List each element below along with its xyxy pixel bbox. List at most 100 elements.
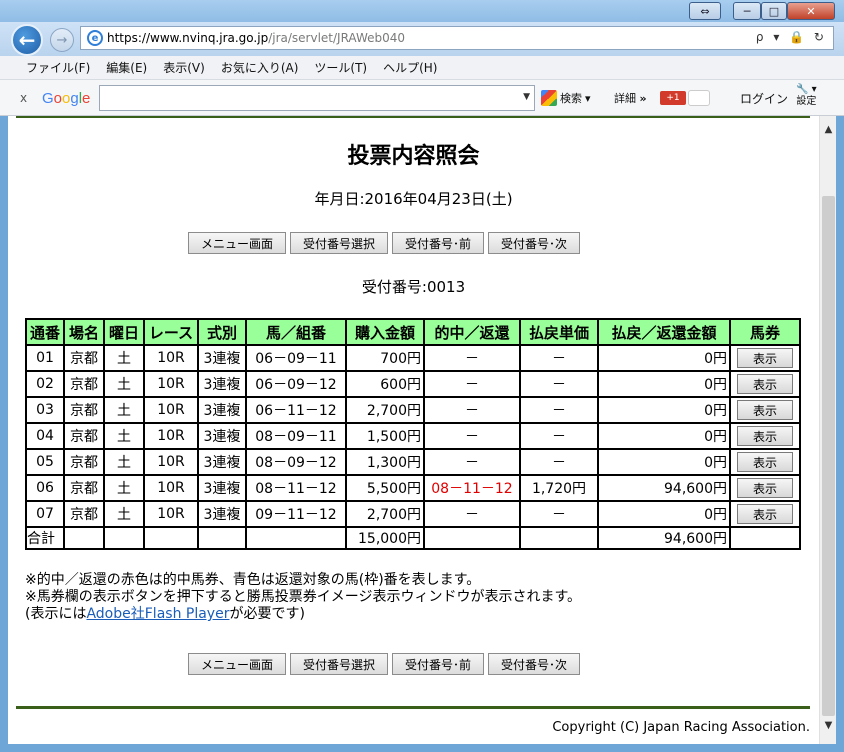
vertical-scrollbar[interactable]: ▲ ▼ xyxy=(819,116,836,744)
cell-hit: 08－11－12 xyxy=(423,474,521,502)
show-ticket-button[interactable]: 表示 xyxy=(737,452,793,472)
menu-edit[interactable]: 編集(E) xyxy=(106,59,147,76)
cell-no: 01 xyxy=(25,344,65,372)
google-plus-one-button[interactable]: +1 xyxy=(660,91,686,105)
receipt-value: 0013 xyxy=(426,278,466,296)
dropdown-arrow-icon[interactable]: ▼ xyxy=(523,92,530,102)
page-title: 投票内容照会 xyxy=(347,144,480,169)
close-window-button[interactable]: ✕ xyxy=(787,2,835,20)
cell-payout: 0円 xyxy=(597,422,731,450)
note-line: ※馬券欄の表示ボタンを押下すると勝馬投票券イメージ表示ウィンドウが表示されます。 xyxy=(25,589,582,605)
cell-race: 10R xyxy=(143,474,199,502)
cell-race: 10R xyxy=(143,448,199,476)
scroll-thumb[interactable] xyxy=(822,196,835,716)
maximize-button[interactable]: □ xyxy=(761,2,787,20)
menu-favorites[interactable]: お気に入り(A) xyxy=(221,59,299,76)
menu-tools[interactable]: ツール(T) xyxy=(314,59,367,76)
cell-amount: 1,500円 xyxy=(345,422,425,450)
page-viewport: 投票内容照会 年月日:2016年04月23日(土) メニュー画面 受付番号選択 … xyxy=(8,116,836,744)
flash-player-link[interactable]: Adobe社Flash Player xyxy=(86,606,229,622)
address-bar-row: ← → e https://www.nvinq.jra.go.jp/jra/se… xyxy=(0,22,844,56)
show-ticket-button[interactable]: 表示 xyxy=(737,400,793,420)
cell-payout: 0円 xyxy=(597,500,731,528)
note-text: が必要です) xyxy=(229,606,305,622)
cell-hit: － xyxy=(423,344,521,372)
google-search-input[interactable]: ▼ xyxy=(99,85,535,111)
empty-cell xyxy=(519,526,599,550)
scroll-down-icon[interactable]: ▼ xyxy=(820,720,836,736)
menu-help[interactable]: ヘルプ(H) xyxy=(383,59,437,76)
table-row: 03 京都土 10R 3連複 06－11－12 2,700円－－ 0円 表示 xyxy=(25,396,801,424)
back-button[interactable]: ← xyxy=(11,24,43,56)
header-cell: 式別 xyxy=(197,318,247,346)
scroll-up-icon[interactable]: ▲ xyxy=(820,124,836,140)
ie-logo-icon: e xyxy=(87,30,103,46)
cell-unit: － xyxy=(519,396,599,424)
google-search-button[interactable]: 検索 ▾ xyxy=(541,90,591,106)
chevron-down-icon: ▾ xyxy=(585,91,591,105)
table-row: 01 京都土 10R 3連複 06－09－11 700円－－ 0円 表示 xyxy=(25,344,801,372)
cell-payout: 0円 xyxy=(597,396,731,424)
search-label: 検索 xyxy=(560,92,582,105)
cell-no: 03 xyxy=(25,396,65,424)
toolbar-close-button[interactable]: x xyxy=(20,91,27,105)
details-button[interactable]: 詳細 » xyxy=(614,90,647,106)
minimize-button[interactable]: ─ xyxy=(733,2,761,20)
settings-label: 設定 xyxy=(796,96,817,107)
cell-amount: 1,300円 xyxy=(345,448,425,476)
url-actions-icons[interactable]: ρ ▾ 🔒 ↻ xyxy=(756,30,827,44)
copyright: Copyright (C) Japan Racing Association. xyxy=(552,720,810,735)
cell-combo: 08－09－12 xyxy=(245,448,347,476)
cell-amount: 5,500円 xyxy=(345,474,425,502)
cell-type: 3連複 xyxy=(197,500,247,528)
cell-unit: － xyxy=(519,448,599,476)
receipt-number: 受付番号:0013 xyxy=(8,276,819,297)
cell-no: 06 xyxy=(25,474,65,502)
cell-race: 10R xyxy=(143,396,199,424)
header-cell: 曜日 xyxy=(103,318,145,346)
note-text: (表示には xyxy=(25,606,87,622)
menu-view[interactable]: 表示(V) xyxy=(163,59,205,76)
next-receipt-button[interactable]: 受付番号･次 xyxy=(488,653,581,675)
restore-tab-button[interactable]: ⇔ xyxy=(689,2,721,20)
prev-receipt-button[interactable]: 受付番号･前 xyxy=(392,653,485,675)
next-receipt-button[interactable]: 受付番号･次 xyxy=(488,232,581,254)
select-receipt-button[interactable]: 受付番号選択 xyxy=(290,232,389,254)
plus-one-count xyxy=(688,90,710,106)
cell-race: 10R xyxy=(143,370,199,398)
cell-amount: 2,700円 xyxy=(345,396,425,424)
cell-payout: 0円 xyxy=(597,370,731,398)
cell-no: 07 xyxy=(25,500,65,528)
cell-hit: － xyxy=(423,448,521,476)
cell-ticket: 表示 xyxy=(729,396,801,424)
cell-ticket: 表示 xyxy=(729,474,801,502)
header-cell: 通番 xyxy=(25,318,65,346)
show-ticket-button[interactable]: 表示 xyxy=(737,504,793,524)
table-row: 04 京都土 10R 3連複 08－09－11 1,500円－－ 0円 表示 xyxy=(25,422,801,450)
cell-day: 土 xyxy=(103,344,145,372)
forward-button[interactable]: → xyxy=(50,28,74,52)
select-receipt-button[interactable]: 受付番号選択 xyxy=(290,653,389,675)
cell-type: 3連複 xyxy=(197,474,247,502)
show-ticket-button[interactable]: 表示 xyxy=(737,374,793,394)
cell-combo: 08－11－12 xyxy=(245,474,347,502)
cell-combo: 06－09－12 xyxy=(245,370,347,398)
show-ticket-button[interactable]: 表示 xyxy=(737,426,793,446)
url-field[interactable]: e https://www.nvinq.jra.go.jp/jra/servle… xyxy=(80,26,834,50)
cell-race: 10R xyxy=(143,500,199,528)
login-button[interactable]: ログイン xyxy=(740,90,788,107)
menu-file[interactable]: ファイル(F) xyxy=(26,59,90,76)
menu-screen-button[interactable]: メニュー画面 xyxy=(188,653,287,675)
url-path: /jra/servlet/JRAWeb040 xyxy=(268,31,406,45)
prev-receipt-button[interactable]: 受付番号･前 xyxy=(392,232,485,254)
settings-button[interactable]: 🔧 ▾ 設定 xyxy=(796,84,817,108)
cell-venue: 京都 xyxy=(63,474,105,502)
menu-screen-button[interactable]: メニュー画面 xyxy=(188,232,287,254)
cell-ticket: 表示 xyxy=(729,422,801,450)
window-titlebar: ⇔ ─ □ ✕ xyxy=(0,0,844,24)
show-ticket-button[interactable]: 表示 xyxy=(737,478,793,498)
more-chevron-icon: » xyxy=(639,92,647,105)
show-ticket-button[interactable]: 表示 xyxy=(737,348,793,368)
google-letter: G xyxy=(42,90,54,107)
cell-combo: 06－11－12 xyxy=(245,396,347,424)
